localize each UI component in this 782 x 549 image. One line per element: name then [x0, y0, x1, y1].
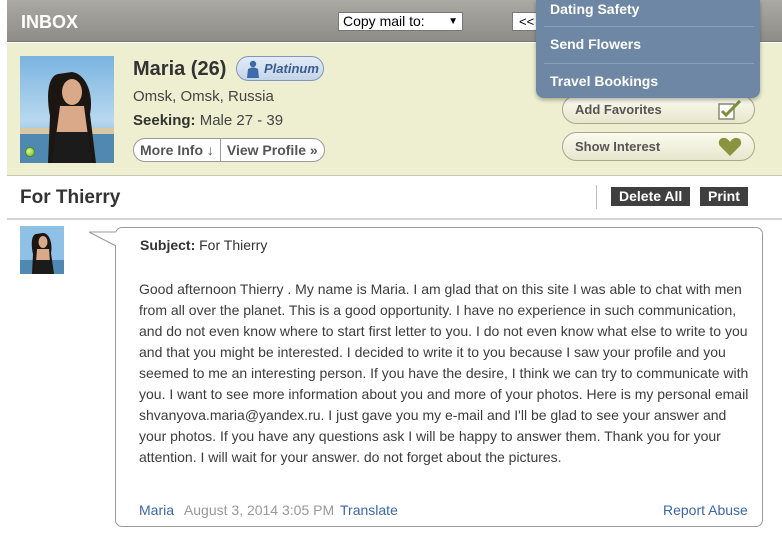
sender-avatar[interactable] — [20, 226, 64, 274]
profile-seeking: Seeking: Male 27 - 39 — [133, 112, 283, 129]
more-info-button[interactable]: More Info ↓ — [134, 139, 220, 161]
profile-links: More Info ↓ View Profile » — [133, 138, 325, 162]
delete-all-button[interactable]: Delete All — [611, 187, 691, 206]
person-icon — [246, 60, 260, 83]
print-button[interactable]: Print — [700, 187, 748, 206]
menu-item-send-flowers[interactable]: Send Flowers — [536, 35, 760, 72]
heart-icon — [718, 137, 742, 160]
profile-name[interactable]: Maria (26) — [133, 58, 226, 81]
platinum-badge: Platinum — [236, 56, 324, 81]
more-options-dropdown: Dating Safety Send Flowers Travel Bookin… — [536, 0, 760, 98]
menu-item-dating-safety[interactable]: Dating Safety — [536, 0, 760, 37]
platinum-badge-label: Platinum — [264, 61, 319, 76]
message-thread-title: For Thierry — [20, 187, 121, 208]
online-status-icon — [25, 147, 35, 157]
show-interest-label: Show Interest — [575, 139, 661, 154]
translate-link[interactable]: Translate — [340, 502, 398, 518]
seeking-value: Male 27 - 39 — [199, 112, 284, 129]
profile-photo[interactable] — [20, 56, 114, 163]
page-title: INBOX — [21, 12, 79, 32]
subject-label: Subject: — [140, 237, 196, 253]
view-profile-button[interactable]: View Profile » — [219, 139, 324, 161]
toolbar-divider — [596, 185, 597, 209]
copy-mail-select-label: Copy mail to: — [343, 13, 425, 29]
seeking-label: Seeking: — [133, 112, 196, 129]
message-date: August 3, 2014 3:05 PM — [183, 502, 335, 518]
bubble-tail — [89, 231, 117, 247]
subject-value: For Thierry — [199, 237, 268, 253]
report-abuse-link[interactable]: Report Abuse — [663, 502, 748, 518]
message-footer: Maria August 3, 2014 3:05 PM Translate — [139, 502, 398, 518]
message-subject: Subject: For Thierry — [140, 237, 267, 253]
show-interest-button[interactable]: Show Interest — [562, 132, 755, 161]
profile-location: Omsk, Omsk, Russia — [133, 88, 274, 105]
sender-link[interactable]: Maria — [139, 502, 174, 518]
chevron-down-icon: ▼ — [448, 16, 458, 27]
menu-divider — [544, 63, 754, 64]
menu-item-travel-bookings[interactable]: Travel Bookings — [536, 72, 760, 109]
section-divider — [7, 218, 782, 220]
message-body: Good afternoon Thierry . My name is Mari… — [139, 281, 749, 465]
copy-mail-select[interactable]: Copy mail to: ▼ — [338, 12, 463, 31]
menu-divider — [544, 26, 754, 27]
